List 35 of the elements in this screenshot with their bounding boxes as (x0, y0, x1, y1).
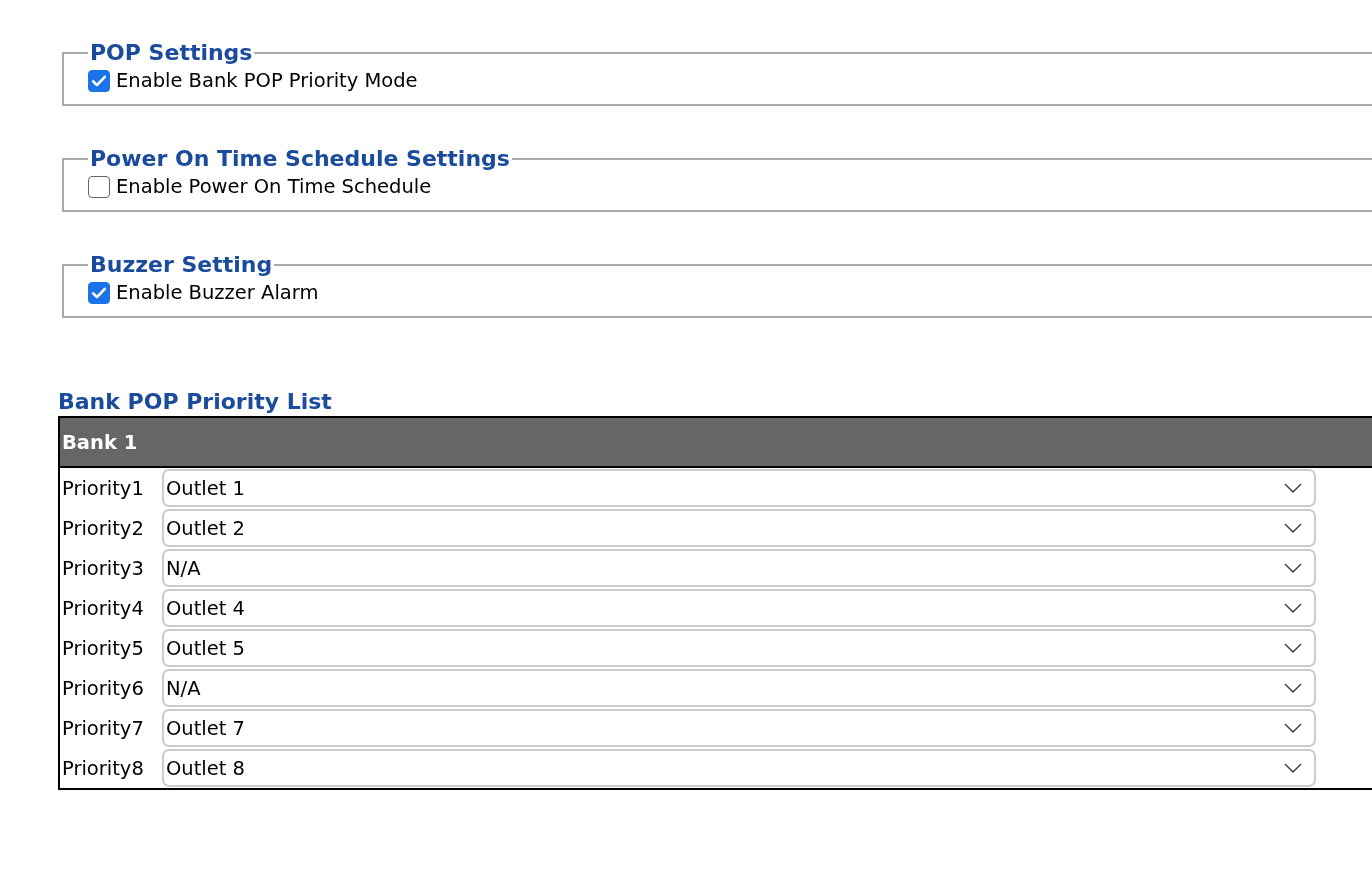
priority-label: Priority6 (61, 676, 145, 700)
outlet-dropdown[interactable]: Outlet 5 (162, 629, 1316, 667)
checkbox[interactable] (88, 69, 110, 92)
checkbox-label: Enable Bank POP Priority Mode (116, 69, 418, 92)
checkbox[interactable] (88, 175, 110, 198)
priority-label: Priority5 (61, 636, 145, 660)
outlet-dropdown[interactable]: N/A (162, 669, 1316, 707)
chevron-down-icon (1284, 723, 1302, 733)
bank-title: Bank 1 (62, 430, 138, 454)
group-title: Buzzer Setting (89, 252, 274, 277)
chevron-down-icon (1284, 643, 1302, 653)
list-title: Bank POP Priority List (58, 388, 333, 416)
chevron-down-icon (1284, 483, 1302, 493)
priority-label: Priority1 (61, 476, 145, 500)
outlet-dropdown[interactable]: Outlet 2 (162, 509, 1316, 547)
outlet-dropdown[interactable]: N/A (162, 549, 1316, 587)
chevron-down-icon (1284, 683, 1302, 693)
priority-label: Priority8 (61, 756, 145, 780)
outlet-dropdown[interactable]: Outlet 1 (162, 469, 1316, 507)
group-title: Power On Time Schedule Settings (89, 146, 511, 171)
chevron-down-icon (1284, 763, 1302, 773)
chevron-down-icon (1284, 523, 1302, 533)
priority-label: Priority2 (61, 516, 145, 540)
priority-label: Priority7 (61, 716, 145, 740)
checkbox-label: Enable Buzzer Alarm (116, 281, 319, 304)
checkbox[interactable] (88, 281, 110, 304)
priority-label: Priority4 (61, 596, 145, 620)
outlet-dropdown[interactable]: Outlet 7 (162, 709, 1316, 747)
group-title: POP Settings (89, 40, 254, 65)
chevron-down-icon (1284, 603, 1302, 613)
outlet-dropdown[interactable]: Outlet 4 (162, 589, 1316, 627)
chevron-down-icon (1284, 563, 1302, 573)
checkbox-label: Enable Power On Time Schedule (116, 175, 432, 198)
priority-label: Priority3 (61, 556, 145, 580)
outlet-dropdown[interactable]: Outlet 8 (162, 749, 1316, 787)
